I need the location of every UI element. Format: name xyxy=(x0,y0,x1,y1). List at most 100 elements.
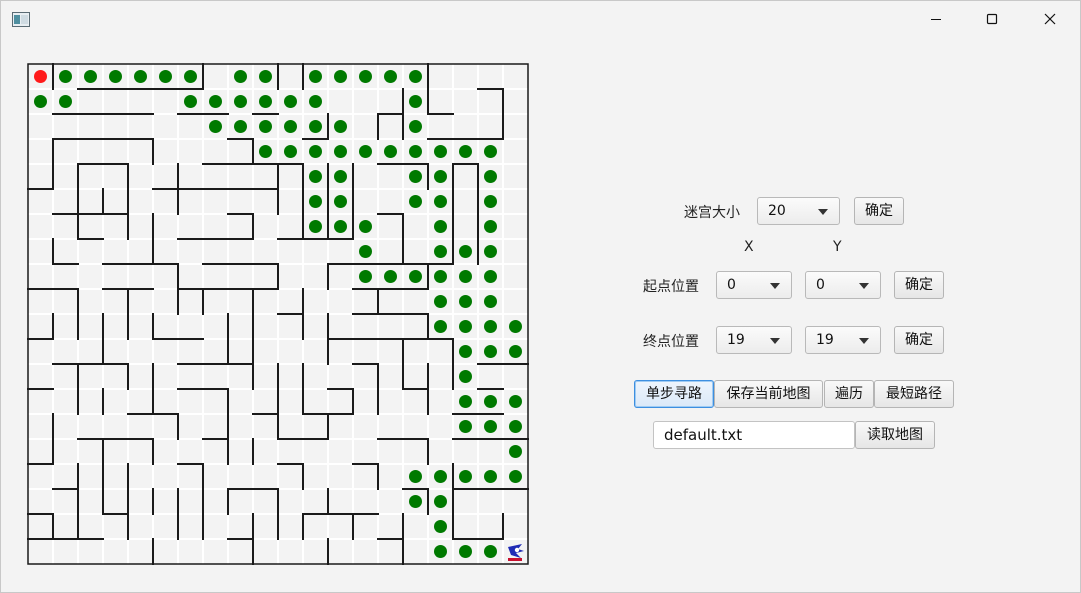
start-y-value: 0 xyxy=(816,277,825,293)
path-dot xyxy=(384,70,397,83)
path-dot xyxy=(484,245,497,258)
path-dot xyxy=(359,145,372,158)
path-dot xyxy=(284,120,297,133)
path-dot xyxy=(384,145,397,158)
minimize-button[interactable] xyxy=(913,1,959,37)
close-button[interactable] xyxy=(1027,1,1073,37)
path-dot xyxy=(334,220,347,233)
path-dot xyxy=(384,270,397,283)
path-dot xyxy=(434,245,447,258)
maze-size-label: 迷宫大小 xyxy=(684,205,740,221)
path-dot xyxy=(259,120,272,133)
maze-size-value: 20 xyxy=(768,203,786,219)
path-dot xyxy=(184,95,197,108)
path-dot xyxy=(509,445,522,458)
map-file-input[interactable] xyxy=(653,421,855,449)
path-dot xyxy=(484,345,497,358)
path-dot xyxy=(484,220,497,233)
path-dot xyxy=(109,70,122,83)
goal-character-shoes xyxy=(508,558,522,561)
path-dot xyxy=(434,220,447,233)
path-dot xyxy=(484,545,497,558)
path-dot xyxy=(309,195,322,208)
path-dot xyxy=(459,295,472,308)
path-dot xyxy=(459,470,472,483)
path-dot xyxy=(334,145,347,158)
path-dot xyxy=(309,120,322,133)
path-dot xyxy=(434,520,447,533)
maze-size-confirm-button[interactable]: 确定 xyxy=(854,197,904,225)
path-dot xyxy=(434,145,447,158)
path-dot xyxy=(484,195,497,208)
path-dot xyxy=(484,295,497,308)
path-dot xyxy=(509,420,522,433)
path-dot xyxy=(409,195,422,208)
save-map-button[interactable]: 保存当前地图 xyxy=(714,380,823,408)
minimize-icon xyxy=(931,19,941,20)
path-dot xyxy=(434,170,447,183)
shortest-path-button[interactable]: 最短路径 xyxy=(874,380,954,408)
path-dot xyxy=(509,395,522,408)
path-dot xyxy=(84,70,97,83)
path-dot xyxy=(309,70,322,83)
maze-canvas[interactable] xyxy=(27,63,531,569)
path-dot xyxy=(434,270,447,283)
path-dot xyxy=(259,145,272,158)
path-dot xyxy=(484,470,497,483)
app-icon xyxy=(12,12,30,27)
path-dot xyxy=(409,145,422,158)
path-dot xyxy=(484,145,497,158)
path-dot xyxy=(509,470,522,483)
path-dot xyxy=(484,170,497,183)
path-dot xyxy=(434,320,447,333)
path-dot xyxy=(409,495,422,508)
path-dot xyxy=(159,70,172,83)
chevron-down-icon xyxy=(770,338,780,344)
path-dot xyxy=(459,545,472,558)
path-dot xyxy=(334,170,347,183)
path-dot xyxy=(309,95,322,108)
start-confirm-button[interactable]: 确定 xyxy=(894,271,944,299)
path-dot xyxy=(434,495,447,508)
step-path-button[interactable]: 单步寻路 xyxy=(634,380,714,408)
end-x-select[interactable]: 19 xyxy=(716,326,792,354)
start-position-label: 起点位置 xyxy=(643,279,699,295)
path-dot xyxy=(234,120,247,133)
end-y-select[interactable]: 19 xyxy=(805,326,881,354)
path-dot xyxy=(209,120,222,133)
path-dot xyxy=(434,545,447,558)
chevron-down-icon xyxy=(770,283,780,289)
end-confirm-button[interactable]: 确定 xyxy=(894,326,944,354)
path-dot xyxy=(409,70,422,83)
path-dot xyxy=(484,270,497,283)
path-dot xyxy=(359,220,372,233)
path-dot xyxy=(459,245,472,258)
path-dot xyxy=(484,395,497,408)
path-dot xyxy=(259,70,272,83)
path-dot xyxy=(484,420,497,433)
chevron-down-icon xyxy=(859,283,869,289)
y-column-label: Y xyxy=(833,239,842,255)
load-map-button[interactable]: 读取地图 xyxy=(855,421,935,449)
path-dot xyxy=(334,195,347,208)
path-dot xyxy=(459,320,472,333)
path-dot xyxy=(209,95,222,108)
path-dot xyxy=(309,220,322,233)
start-x-select[interactable]: 0 xyxy=(716,271,792,299)
path-dot xyxy=(359,70,372,83)
x-column-label: X xyxy=(744,239,754,255)
maze-size-select[interactable]: 20 xyxy=(757,197,840,225)
path-dot xyxy=(359,270,372,283)
path-dot xyxy=(434,295,447,308)
path-dot xyxy=(284,95,297,108)
start-y-select[interactable]: 0 xyxy=(805,271,881,299)
maximize-button[interactable] xyxy=(969,1,1015,37)
path-dot xyxy=(184,70,197,83)
path-dot xyxy=(459,270,472,283)
traverse-button[interactable]: 遍历 xyxy=(824,380,874,408)
path-dot xyxy=(459,345,472,358)
path-dot xyxy=(234,95,247,108)
path-dot xyxy=(434,195,447,208)
path-dot xyxy=(459,145,472,158)
maximize-icon xyxy=(986,13,998,25)
